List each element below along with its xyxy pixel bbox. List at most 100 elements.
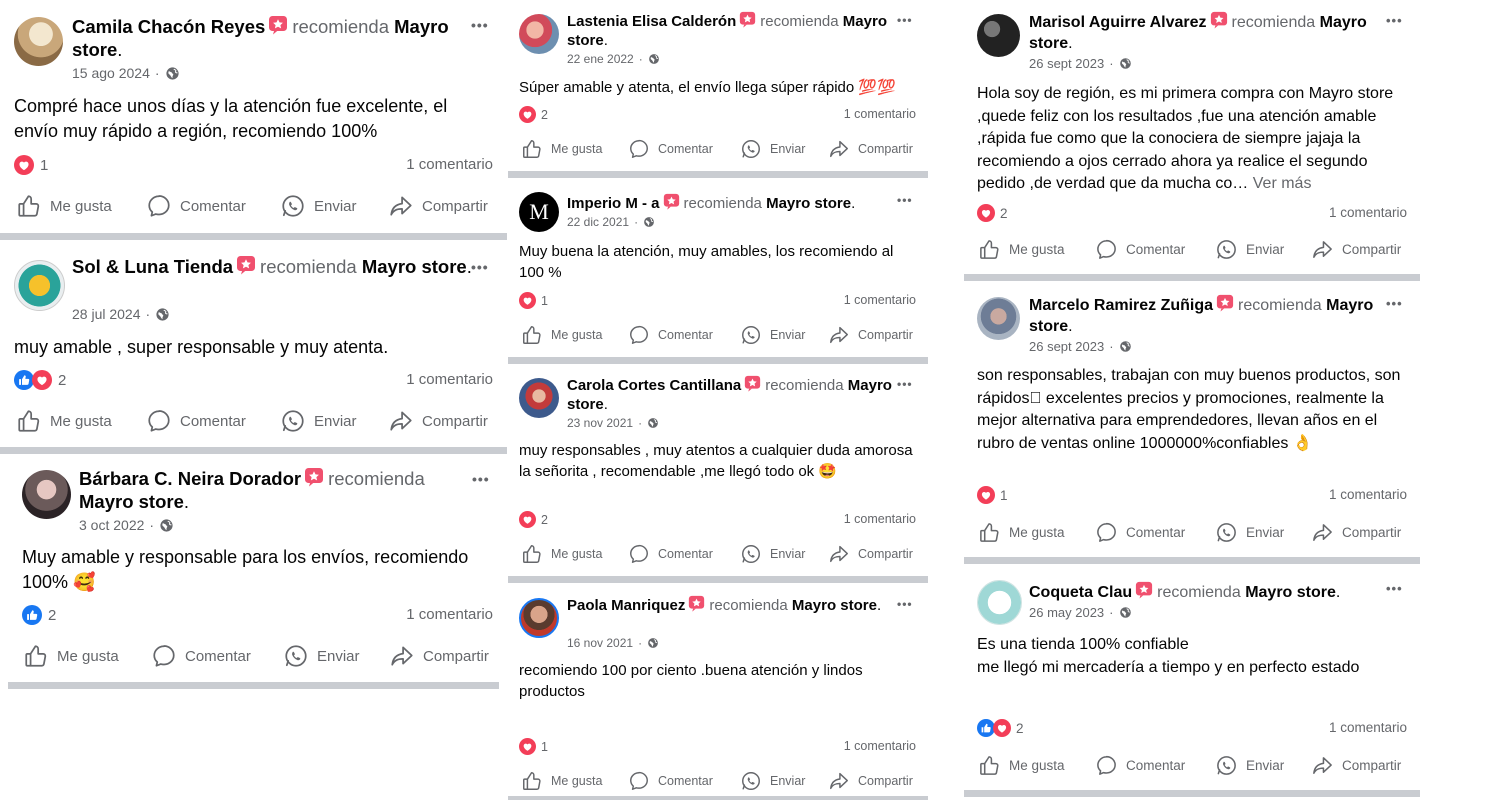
avatar[interactable] <box>977 297 1020 340</box>
post-date[interactable]: 3 oct 2022 <box>79 517 144 533</box>
send-button[interactable]: Enviar <box>740 138 805 160</box>
like-button[interactable]: Me gusta <box>16 193 112 219</box>
send-button[interactable]: Enviar <box>740 324 805 346</box>
avatar[interactable] <box>14 260 65 311</box>
reactions-summary[interactable]: 2 <box>977 719 1024 737</box>
comment-count-link[interactable]: 1 comentario <box>406 156 493 173</box>
post-date[interactable]: 23 nov 2021 <box>567 416 633 430</box>
more-options-button[interactable]: ••• <box>897 377 913 391</box>
send-button[interactable]: Enviar <box>740 543 805 565</box>
more-options-button[interactable]: ••• <box>897 597 913 611</box>
author-name[interactable]: Sol & Luna Tienda <box>72 256 233 277</box>
send-button[interactable]: Enviar <box>280 193 357 219</box>
comment-button[interactable]: Comentar <box>146 193 246 219</box>
share-button[interactable]: Compartir <box>828 138 913 160</box>
avatar[interactable]: M <box>519 192 559 232</box>
like-button[interactable]: Me gusta <box>521 138 602 160</box>
more-options-button[interactable]: ••• <box>1386 296 1403 311</box>
avatar[interactable] <box>977 14 1020 57</box>
share-button[interactable]: Compartir <box>388 408 488 434</box>
send-button[interactable]: Enviar <box>1215 521 1284 544</box>
share-button[interactable]: Compartir <box>828 543 913 565</box>
send-button[interactable]: Enviar <box>280 408 357 434</box>
comment-button[interactable]: Comentar <box>628 324 713 346</box>
post-date[interactable]: 26 may 2023 <box>1029 605 1104 620</box>
avatar[interactable] <box>22 470 71 519</box>
author-name[interactable]: Camila Chacón Reyes <box>72 16 265 37</box>
send-button[interactable]: Enviar <box>1215 754 1284 777</box>
comment-count-link[interactable]: 1 comentario <box>406 606 493 623</box>
share-button[interactable]: Compartir <box>828 770 913 792</box>
comment-button[interactable]: Comentar <box>1095 521 1185 544</box>
send-button[interactable]: Enviar <box>740 770 805 792</box>
like-button[interactable]: Me gusta <box>16 408 112 434</box>
reactions-summary[interactable]: 2 <box>22 605 56 625</box>
more-options-button[interactable]: ••• <box>897 13 913 27</box>
post-date[interactable]: 16 nov 2021 <box>567 636 633 650</box>
post-date[interactable]: 26 sept 2023 <box>1029 56 1104 71</box>
like-button[interactable]: Me gusta <box>978 238 1065 261</box>
post-date[interactable]: 22 dic 2021 <box>567 215 629 229</box>
avatar[interactable] <box>519 598 559 638</box>
comment-count-link[interactable]: 1 comentario <box>844 107 916 121</box>
reactions-summary[interactable]: 1 <box>519 292 548 309</box>
comment-button[interactable]: Comentar <box>628 138 713 160</box>
more-options-button[interactable]: ••• <box>472 471 490 487</box>
avatar[interactable] <box>519 378 559 418</box>
author-name[interactable]: Paola Manriquez <box>567 597 685 614</box>
more-options-button[interactable]: ••• <box>1386 13 1403 28</box>
page-name[interactable]: Mayro store <box>79 491 184 512</box>
post-date[interactable]: 15 ago 2024 <box>72 65 150 81</box>
comment-button[interactable]: Comentar <box>628 770 713 792</box>
comment-button[interactable]: Comentar <box>628 543 713 565</box>
send-button[interactable]: Enviar <box>1215 238 1284 261</box>
comment-button[interactable]: Comentar <box>1095 754 1185 777</box>
more-options-button[interactable]: ••• <box>1386 581 1403 596</box>
avatar[interactable] <box>14 17 63 66</box>
reactions-summary[interactable]: 1 <box>977 486 1008 504</box>
avatar[interactable] <box>977 580 1022 625</box>
send-button[interactable]: Enviar <box>283 643 360 669</box>
page-name[interactable]: Mayro store <box>362 256 467 277</box>
reactions-summary[interactable]: 1 <box>519 738 548 755</box>
reactions-summary[interactable]: 1 <box>14 155 48 175</box>
avatar[interactable] <box>519 14 559 54</box>
like-button[interactable]: Me gusta <box>521 770 602 792</box>
comment-button[interactable]: Comentar <box>146 408 246 434</box>
see-more-link[interactable]: Ver más <box>1253 175 1312 192</box>
author-name[interactable]: Marcelo Ramirez Zuñiga <box>1029 297 1213 314</box>
share-button[interactable]: Compartir <box>1311 521 1401 544</box>
share-button[interactable]: Compartir <box>828 324 913 346</box>
author-name[interactable]: Marisol Aguirre Alvarez <box>1029 14 1207 31</box>
reactions-summary[interactable]: 2 <box>519 511 548 528</box>
more-options-button[interactable]: ••• <box>471 259 489 275</box>
more-options-button[interactable]: ••• <box>471 17 489 33</box>
author-name[interactable]: Carola Cortes Cantillana <box>567 377 741 394</box>
page-name[interactable]: Mayro store <box>792 597 877 614</box>
share-button[interactable]: Compartir <box>389 643 489 669</box>
comment-count-link[interactable]: 1 comentario <box>406 371 493 388</box>
like-button[interactable]: Me gusta <box>521 543 602 565</box>
reactions-summary[interactable]: 2 <box>519 106 548 123</box>
comment-count-link[interactable]: 1 comentario <box>844 739 916 753</box>
like-button[interactable]: Me gusta <box>23 643 119 669</box>
comment-count-link[interactable]: 1 comentario <box>844 512 916 526</box>
like-button[interactable]: Me gusta <box>978 521 1065 544</box>
author-name[interactable]: Bárbara C. Neira Dorador <box>79 468 301 489</box>
post-date[interactable]: 28 jul 2024 <box>72 306 141 322</box>
author-name[interactable]: Imperio M - a <box>567 195 660 212</box>
share-button[interactable]: Compartir <box>388 193 488 219</box>
more-options-button[interactable]: ••• <box>897 193 913 207</box>
comment-button[interactable]: Comentar <box>151 643 251 669</box>
comment-count-link[interactable]: 1 comentario <box>1329 720 1407 735</box>
author-name[interactable]: Coqueta Clau <box>1029 584 1132 601</box>
reactions-summary[interactable]: 2 <box>977 204 1008 222</box>
reactions-summary[interactable]: 2 <box>14 370 66 390</box>
like-button[interactable]: Me gusta <box>978 754 1065 777</box>
page-name[interactable]: Mayro store <box>766 195 851 212</box>
comment-count-link[interactable]: 1 comentario <box>844 293 916 307</box>
comment-count-link[interactable]: 1 comentario <box>1329 487 1407 502</box>
author-name[interactable]: Lastenia Elisa Calderón <box>567 13 736 30</box>
post-date[interactable]: 22 ene 2022 <box>567 52 634 66</box>
post-date[interactable]: 26 sept 2023 <box>1029 339 1104 354</box>
